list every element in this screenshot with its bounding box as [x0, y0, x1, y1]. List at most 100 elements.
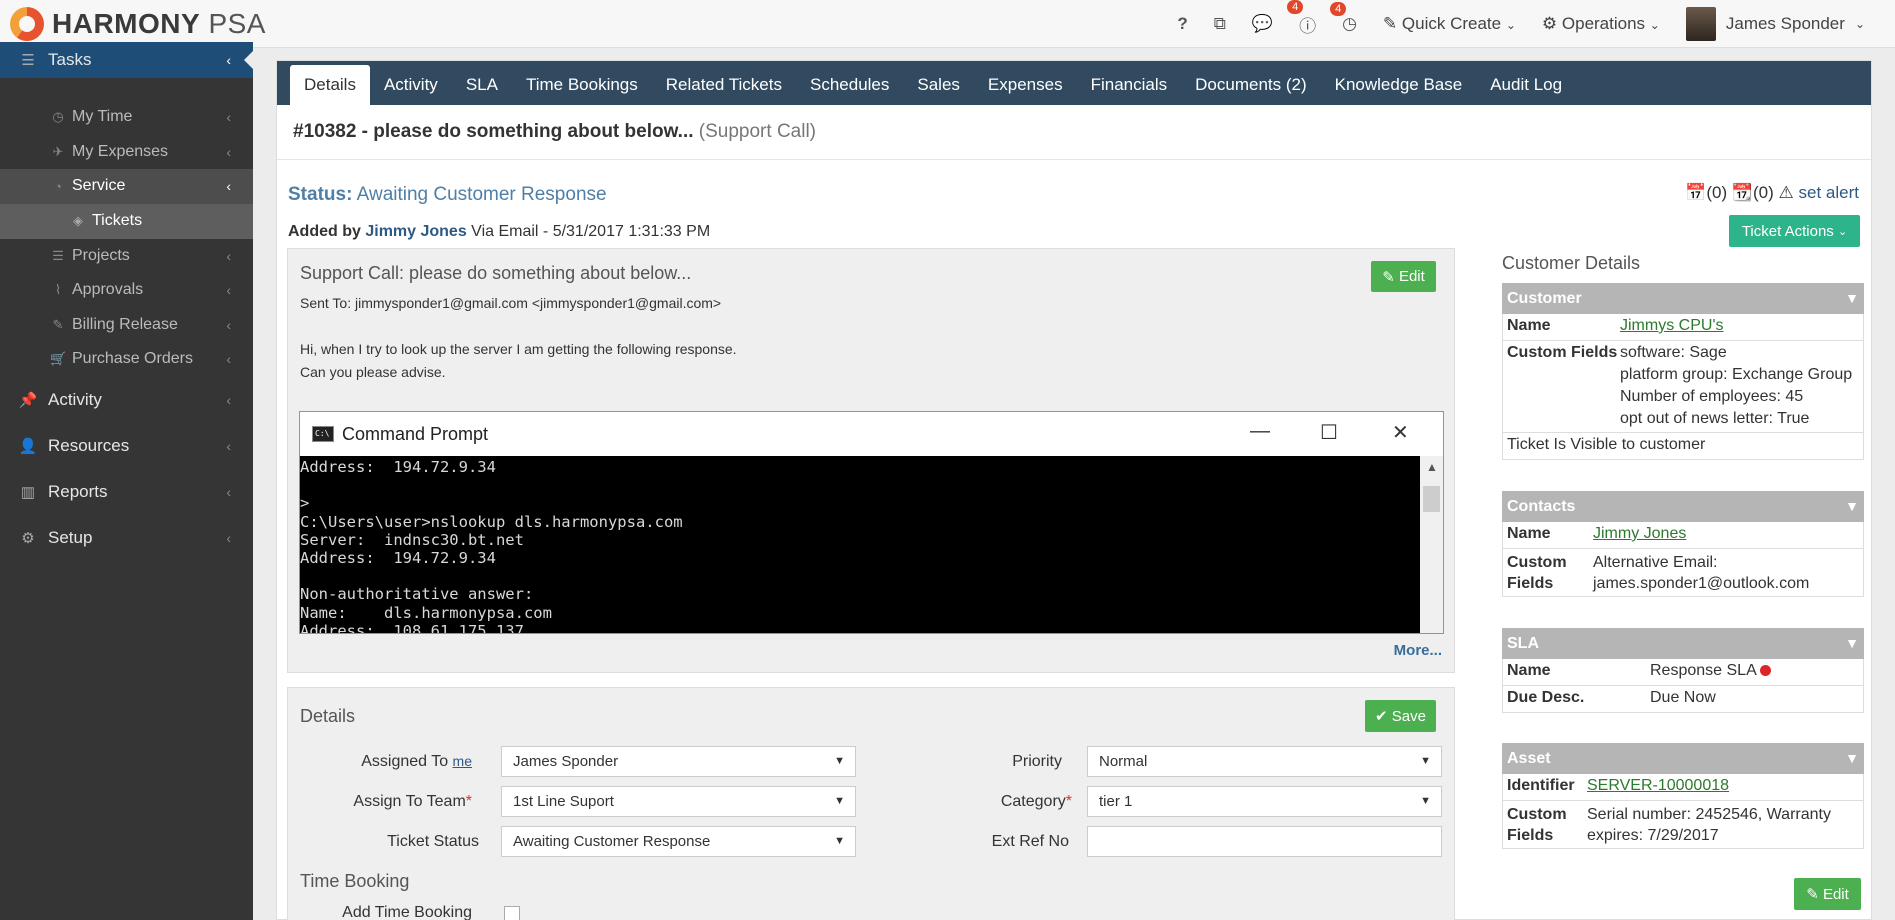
chat-icon[interactable]: 💬 [1252, 14, 1273, 34]
cmd-titlebar: C:\ Command Prompt — ☐ ✕ [300, 412, 1443, 456]
chevron-down-icon: ⌄ [1854, 17, 1865, 31]
edit-email-button[interactable]: ✎ Edit [1371, 261, 1436, 292]
tab-financials[interactable]: Financials [1077, 65, 1182, 105]
tab-documents[interactable]: Documents (2) [1181, 65, 1320, 105]
copy-icon[interactable]: ⧉ [1214, 14, 1226, 34]
operations-menu[interactable]: ⚙ Operations ⌄ [1542, 14, 1660, 34]
clock-notification-icon[interactable]: ◷ 4 [1330, 2, 1357, 34]
details-form: Details ✔ Save Assigned To me James Spon… [287, 687, 1455, 920]
logo[interactable]: HARMONY PSA [10, 7, 266, 41]
user-menu[interactable]: James Sponder ⌄ [1685, 7, 1865, 41]
cart-icon: 🛒 [50, 351, 67, 367]
sidebar-item-projects[interactable]: ☰ Projects ‹ [0, 239, 253, 274]
sidebar-item-purchase-orders[interactable]: 🛒 Purchase Orders ‹ [0, 342, 253, 377]
assigned-to-label: Assigned To me [361, 753, 472, 770]
sidebar-item-reports[interactable]: ▥ Reports ‹ [0, 469, 253, 515]
chevron-down-icon: ⌄ [1837, 225, 1848, 238]
dashboard-icon: ◔ [54, 178, 62, 194]
edit-customer-button[interactable]: ✎ Edit [1794, 878, 1861, 910]
sla-panel-header[interactable]: SLA ▼ [1502, 628, 1864, 659]
customer-name-row: Name Jimmys CPU's [1502, 314, 1864, 341]
ext-ref-input[interactable] [1087, 826, 1442, 857]
chevron-left-icon: ‹ [226, 483, 231, 500]
list-icon: ☰ [21, 52, 35, 69]
save-button[interactable]: ✔ Save [1365, 700, 1436, 732]
sidebar-item-service[interactable]: ◔ Service ‹ [0, 169, 253, 204]
quick-create-menu[interactable]: ✎ Quick Create ⌄ [1383, 14, 1516, 34]
wand-icon: ✎ [1382, 14, 1398, 33]
edit-icon: ✎ [52, 316, 64, 332]
cmd-line [300, 476, 1420, 494]
assign-team-select[interactable]: 1st Line Suport ▼ [501, 786, 856, 817]
added-by-link[interactable]: Jimmy Jones [365, 223, 466, 240]
assigned-to-select[interactable]: James Sponder ▼ [501, 746, 856, 777]
asset-identifier-row: Identifier SERVER-10000018 [1502, 774, 1864, 801]
tab-schedules[interactable]: Schedules [796, 65, 903, 105]
cogs-icon: ⚙ [21, 529, 35, 547]
asset-identifier-link[interactable]: SERVER-10000018 [1587, 777, 1729, 794]
paperclip-icon: ⌇ [54, 282, 62, 298]
asset-panel-header[interactable]: Asset ▼ [1502, 743, 1864, 774]
tab-audit-log[interactable]: Audit Log [1476, 65, 1576, 105]
tab-sales[interactable]: Sales [903, 65, 974, 105]
customer-name-link[interactable]: Jimmys CPU's [1620, 317, 1724, 334]
customer-details-heading: Customer Details [1502, 253, 1641, 273]
collapse-icon[interactable]: ▼ [1845, 743, 1859, 774]
ticket-actions-button[interactable]: Ticket Actions ⌄ [1729, 215, 1860, 247]
sidebar-item-resources[interactable]: 👤 Resources ‹ [0, 423, 253, 469]
sidebar-item-tickets[interactable]: ◈ Tickets [0, 203, 253, 239]
contacts-panel: Contacts ▼ Name Jimmy Jones Custom Fields A… [1502, 491, 1864, 597]
contact-custom-fields-row: Custom Fields Alternative Email: james.spo… [1502, 549, 1864, 597]
top-bar: HARMONY PSA ? ⧉ 💬 ⓘ 4 ◷ 4 ✎ Quick Create ⌄… [0, 0, 1895, 48]
collapse-icon[interactable]: ▼ [1845, 283, 1859, 314]
tab-knowledge-base[interactable]: Knowledge Base [1321, 65, 1477, 105]
contacts-panel-header[interactable]: Contacts ▼ [1502, 491, 1864, 522]
tab-time-bookings[interactable]: Time Bookings [512, 65, 652, 105]
notification-badge: 4 [1287, 0, 1304, 14]
collapse-icon[interactable]: ▼ [1845, 491, 1859, 522]
tab-related-tickets[interactable]: Related Tickets [652, 65, 796, 105]
sidebar-item-my-time[interactable]: ◷ My Time ‹ [0, 100, 253, 135]
customer-panel-header[interactable]: Customer ▼ [1502, 283, 1864, 314]
sidebar-item-setup[interactable]: ⚙ Setup ‹ [0, 515, 253, 561]
sla-panel: SLA ▼ Name Response SLA Due Desc. Due Now [1502, 628, 1864, 713]
book-icon: ▥ [20, 483, 36, 501]
tab-details[interactable]: Details [290, 65, 370, 105]
ticket-status-label: Ticket Status [387, 833, 479, 850]
sidebar-item-approvals[interactable]: ⌇ Approvals ‹ [0, 273, 253, 308]
info-notification-icon[interactable]: ⓘ 4 [1287, 0, 1316, 37]
tab-sla[interactable]: SLA [452, 65, 512, 105]
contact-name-link[interactable]: Jimmy Jones [1593, 525, 1686, 542]
collapse-icon[interactable]: ▼ [1845, 628, 1859, 659]
calendar-icon[interactable]: 📅 [1685, 183, 1706, 202]
maximize-icon: ☐ [1320, 422, 1338, 444]
calendar-check-icon[interactable]: 📆 [1732, 183, 1753, 202]
priority-select[interactable]: Normal ▼ [1087, 746, 1442, 777]
category-select[interactable]: tier 1 ▼ [1087, 786, 1442, 817]
ext-ref-label: Ext Ref No [991, 833, 1069, 850]
cmd-line: Address: 194.72.9.34 [300, 548, 496, 567]
set-alert-link[interactable]: set alert [1799, 183, 1859, 202]
sidebar-item-my-expenses[interactable]: ✈ My Expenses ‹ [0, 135, 253, 170]
help-icon[interactable]: ? [1177, 14, 1187, 34]
sidebar-item-billing-release[interactable]: ✎ Billing Release ‹ [0, 308, 253, 343]
more-link[interactable]: More... [1394, 642, 1442, 659]
sidebar-item-tasks[interactable]: ☰ Tasks ‹ [0, 42, 254, 78]
active-pointer [244, 50, 254, 70]
cmd-line: > [300, 494, 310, 513]
caret-down-icon: ▼ [1420, 795, 1431, 807]
email-panel: Support Call: please do something about … [287, 248, 1455, 673]
cmd-output: Address: 194.72.9.34 > C:\Users\user>nsl… [300, 456, 1420, 633]
add-time-booking-label: Add Time Booking [342, 904, 472, 920]
user-icon: 👤 [18, 437, 38, 455]
tab-expenses[interactable]: Expenses [974, 65, 1077, 105]
assign-to-me-link[interactable]: me [453, 753, 472, 769]
sidebar-item-activity[interactable]: 📌 Activity ‹ [0, 377, 253, 423]
chevron-down-icon: ⌄ [1505, 18, 1516, 32]
tab-activity[interactable]: Activity [370, 65, 452, 105]
add-time-booking-checkbox[interactable] [504, 906, 520, 920]
assign-team-label: Assign To Team* [353, 793, 472, 810]
caret-down-icon: ▼ [834, 755, 845, 767]
ticket-status: Status: Awaiting Customer Response [288, 184, 607, 205]
ticket-status-select[interactable]: Awaiting Customer Response ▼ [501, 826, 856, 857]
